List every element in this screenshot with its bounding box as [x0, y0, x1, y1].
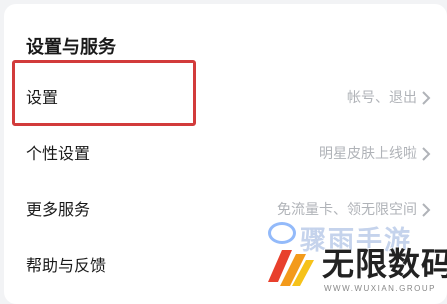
- watermark-circle-icon: [268, 222, 296, 244]
- chevron-right-icon: [422, 147, 431, 161]
- watermark-main-text: 无限数码: [322, 245, 447, 283]
- chevron-right-icon: [422, 91, 431, 105]
- chevron-right-icon: [422, 203, 431, 217]
- highlight-annotation: [12, 60, 196, 126]
- row-value: 帐号、退出: [347, 90, 417, 106]
- row-label: 更多服务: [26, 200, 91, 219]
- row-value: 明星皮肤上线啦: [319, 146, 417, 162]
- row-label: 个性设置: [26, 144, 91, 163]
- watermark-logo-icon: [268, 250, 314, 286]
- row-value: 免流量卡、领无限空间: [277, 202, 417, 218]
- watermark-url: WWW.WUXIAN.GROUP: [324, 284, 436, 293]
- row-label: 帮助与反馈: [26, 256, 107, 275]
- row-personalization[interactable]: 个性设置 明星皮肤上线啦: [4, 136, 447, 172]
- section-title: 设置与服务: [26, 37, 116, 58]
